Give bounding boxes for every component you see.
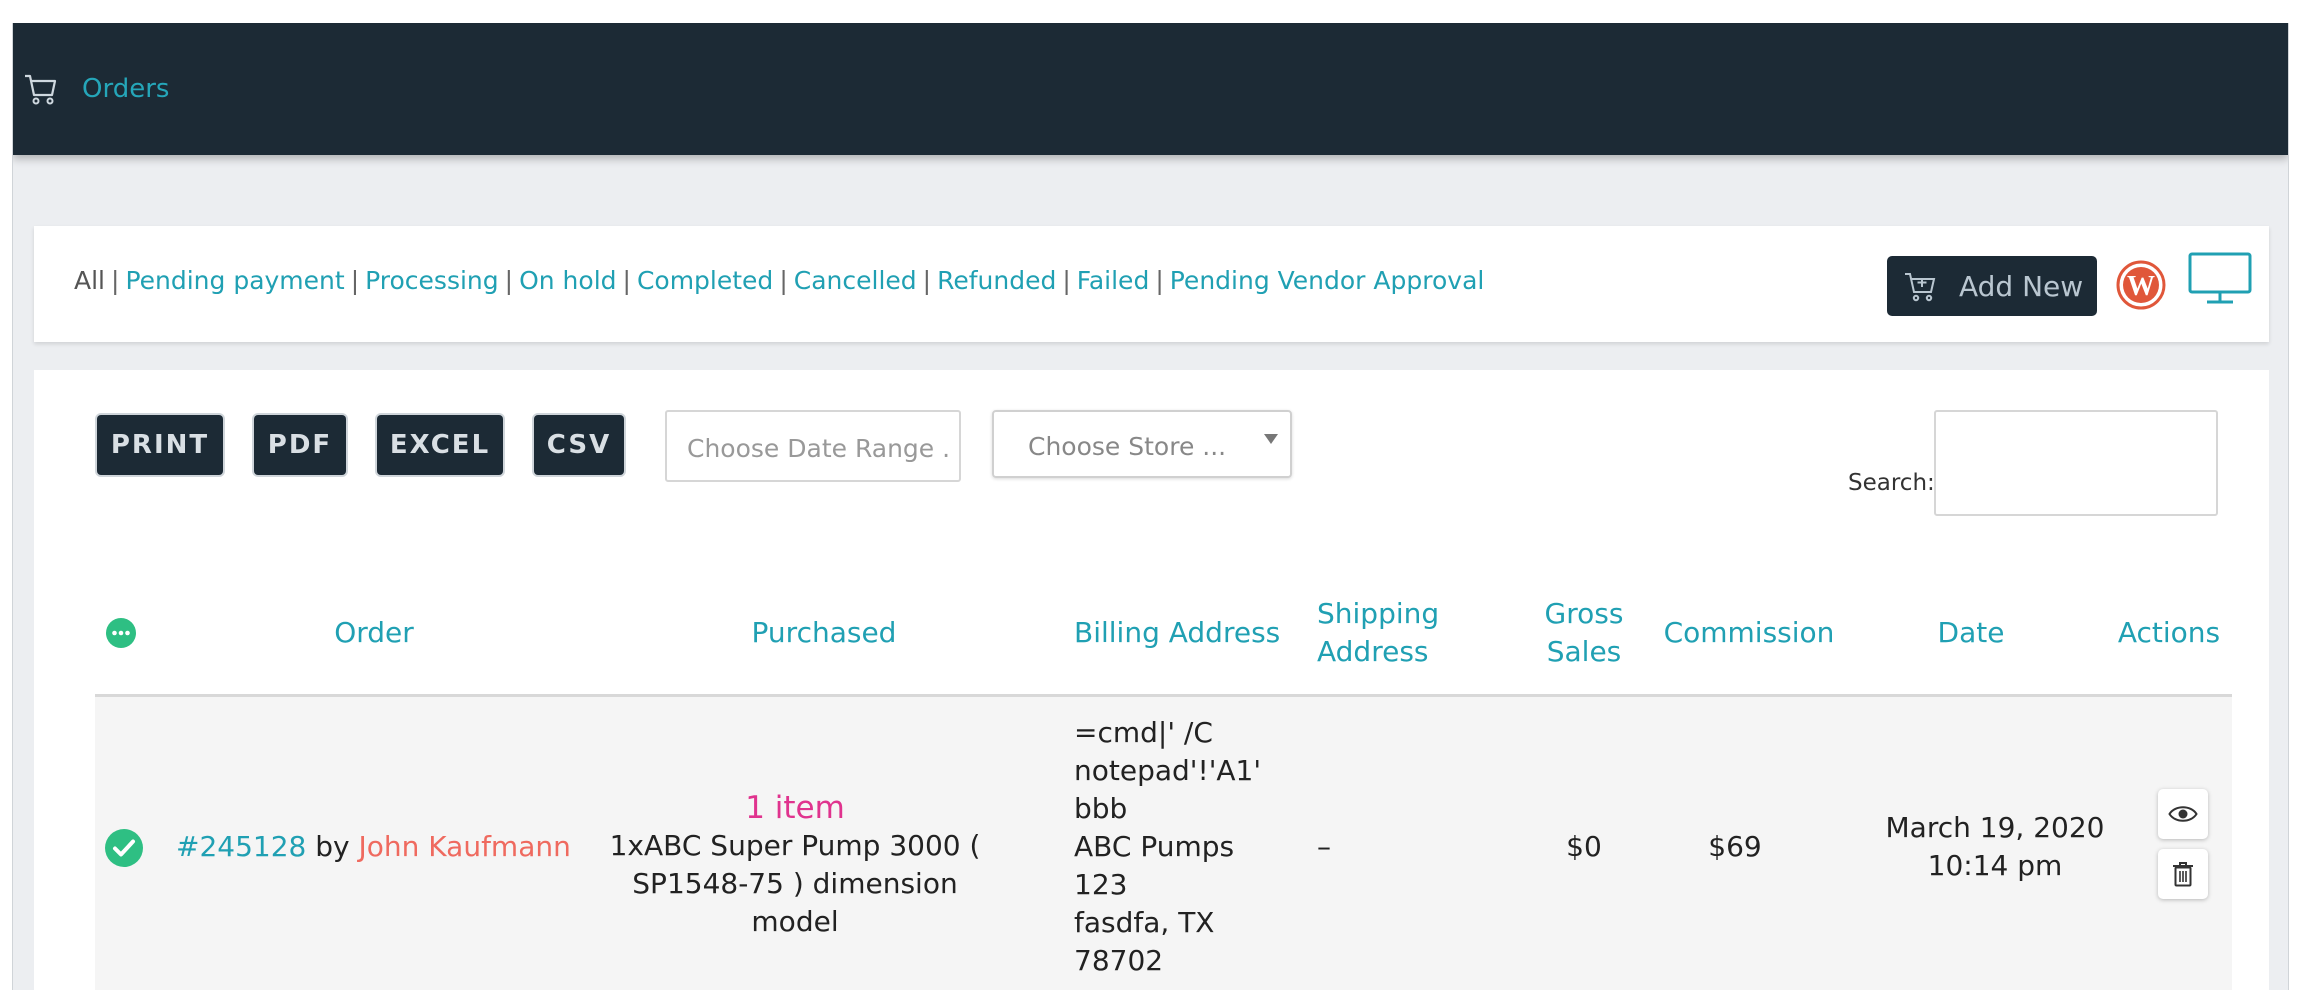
status-filter-bar: All | Pending payment | Processing | On hold | C… xyxy=(34,226,2269,342)
billing-line: ABC Pumps xyxy=(1074,830,1235,863)
eye-icon xyxy=(2168,806,2198,822)
excel-button[interactable]: EXCEL xyxy=(377,415,503,475)
check-circle-icon xyxy=(105,829,143,867)
svg-text:W: W xyxy=(2127,271,2155,302)
status-filter-links: All | Pending payment | Processing | On hold | C… xyxy=(74,266,1485,295)
chevron-down-icon xyxy=(1264,434,1278,444)
trash-icon xyxy=(2173,862,2193,887)
store-select-placeholder: Choose Store ... xyxy=(1028,432,1227,461)
csv-button[interactable]: CSV xyxy=(534,415,624,475)
column-header-order[interactable]: Order xyxy=(274,614,474,652)
billing-line: 78702 xyxy=(1074,944,1164,977)
date-range-input[interactable]: Choose Date Range . xyxy=(665,410,961,482)
column-header-purchased[interactable]: Purchased xyxy=(674,614,974,652)
customer-name-link[interactable]: John Kaufmann xyxy=(359,830,571,863)
add-new-label: Add New xyxy=(1959,269,2084,303)
app-frame: Orders All | Pending payment | Processing | On… xyxy=(12,23,2289,990)
pdf-button[interactable]: PDF xyxy=(254,415,346,475)
time-text: 10:14 pm xyxy=(1927,849,2063,882)
more-options-icon[interactable] xyxy=(105,617,137,649)
view-button[interactable] xyxy=(2158,789,2208,839)
column-header-gross-line-1: Gross xyxy=(1544,597,1624,630)
shipping-address-cell: – xyxy=(1317,830,1331,863)
date-cell: March 19, 2020 10:14 pm xyxy=(1865,809,2125,885)
store-select[interactable]: Choose Store ... xyxy=(992,410,1292,478)
billing-address-cell: =cmd|' /C notepad'!'A1' bbb ABC Pumps 12… xyxy=(1074,714,1261,980)
order-cell: #245128 by John Kaufmann xyxy=(176,828,571,866)
filter-completed[interactable]: Completed xyxy=(637,266,773,295)
page-title[interactable]: Orders xyxy=(82,74,169,104)
item-count-link[interactable]: 1 item xyxy=(595,789,995,827)
column-header-gross-line-2: Sales xyxy=(1546,635,1622,668)
gross-sales-cell: $0 xyxy=(1566,830,1602,863)
column-header-actions: Actions xyxy=(2117,616,2221,649)
filter-refunded[interactable]: Refunded xyxy=(937,266,1056,295)
cart-icon xyxy=(25,74,57,105)
column-header-shipping-line-2: Address xyxy=(1317,635,1429,668)
column-header-billing-address[interactable]: Billing Address xyxy=(1074,614,1314,652)
billing-line: 123 xyxy=(1074,868,1128,901)
item-line-2: SP1548-75 ) dimension model xyxy=(632,867,958,938)
filter-failed[interactable]: Failed xyxy=(1077,266,1150,295)
column-header-gross-sales[interactable]: Gross Sales xyxy=(1534,595,1634,671)
item-line-1: 1xABC Super Pump 3000 ( xyxy=(609,829,981,862)
add-new-button[interactable]: Add New xyxy=(1887,256,2097,316)
order-by-text: by xyxy=(315,830,350,863)
purchased-cell: 1 item 1xABC Super Pump 3000 ( SP1548-75… xyxy=(595,789,995,941)
filter-cancelled[interactable]: Cancelled xyxy=(794,266,917,295)
orders-panel: PRINT PDF EXCEL CSV Choose Date Range . … xyxy=(34,370,2269,990)
monitor-icon[interactable] xyxy=(2187,251,2253,307)
billing-line: bbb xyxy=(1074,792,1128,825)
filter-all[interactable]: All xyxy=(74,266,105,295)
cart-plus-icon xyxy=(1905,273,1936,302)
date-text: March 19, 2020 xyxy=(1885,811,2105,844)
print-button[interactable]: PRINT xyxy=(97,415,223,475)
billing-line: fasdfa, TX xyxy=(1074,906,1215,939)
search-input[interactable] xyxy=(1934,410,2218,516)
commission-cell: $69 xyxy=(1708,830,1762,863)
filter-processing[interactable]: Processing xyxy=(365,266,499,295)
billing-line: notepad'!'A1' xyxy=(1074,754,1262,787)
table-row: #245128 by John Kaufmann 1 item 1xABC Su… xyxy=(95,697,2232,990)
column-header-shipping-line-1: Shipping xyxy=(1317,597,1440,630)
filter-on-hold[interactable]: On hold xyxy=(519,266,616,295)
column-header-date[interactable]: Date xyxy=(1871,614,2071,652)
billing-line: =cmd|' /C xyxy=(1074,716,1213,749)
column-header-commission[interactable]: Commission xyxy=(1649,614,1849,652)
order-number-link[interactable]: #245128 xyxy=(176,830,306,863)
filter-pending-vendor-approval[interactable]: Pending Vendor Approval xyxy=(1170,266,1485,295)
wordpress-icon[interactable]: W xyxy=(2115,259,2167,311)
column-header-shipping-address[interactable]: Shipping Address xyxy=(1317,595,1477,671)
top-bar: Orders xyxy=(13,23,2288,155)
delete-button[interactable] xyxy=(2158,849,2208,899)
filter-pending-payment[interactable]: Pending payment xyxy=(125,266,344,295)
search-label: Search: xyxy=(1848,470,1935,496)
